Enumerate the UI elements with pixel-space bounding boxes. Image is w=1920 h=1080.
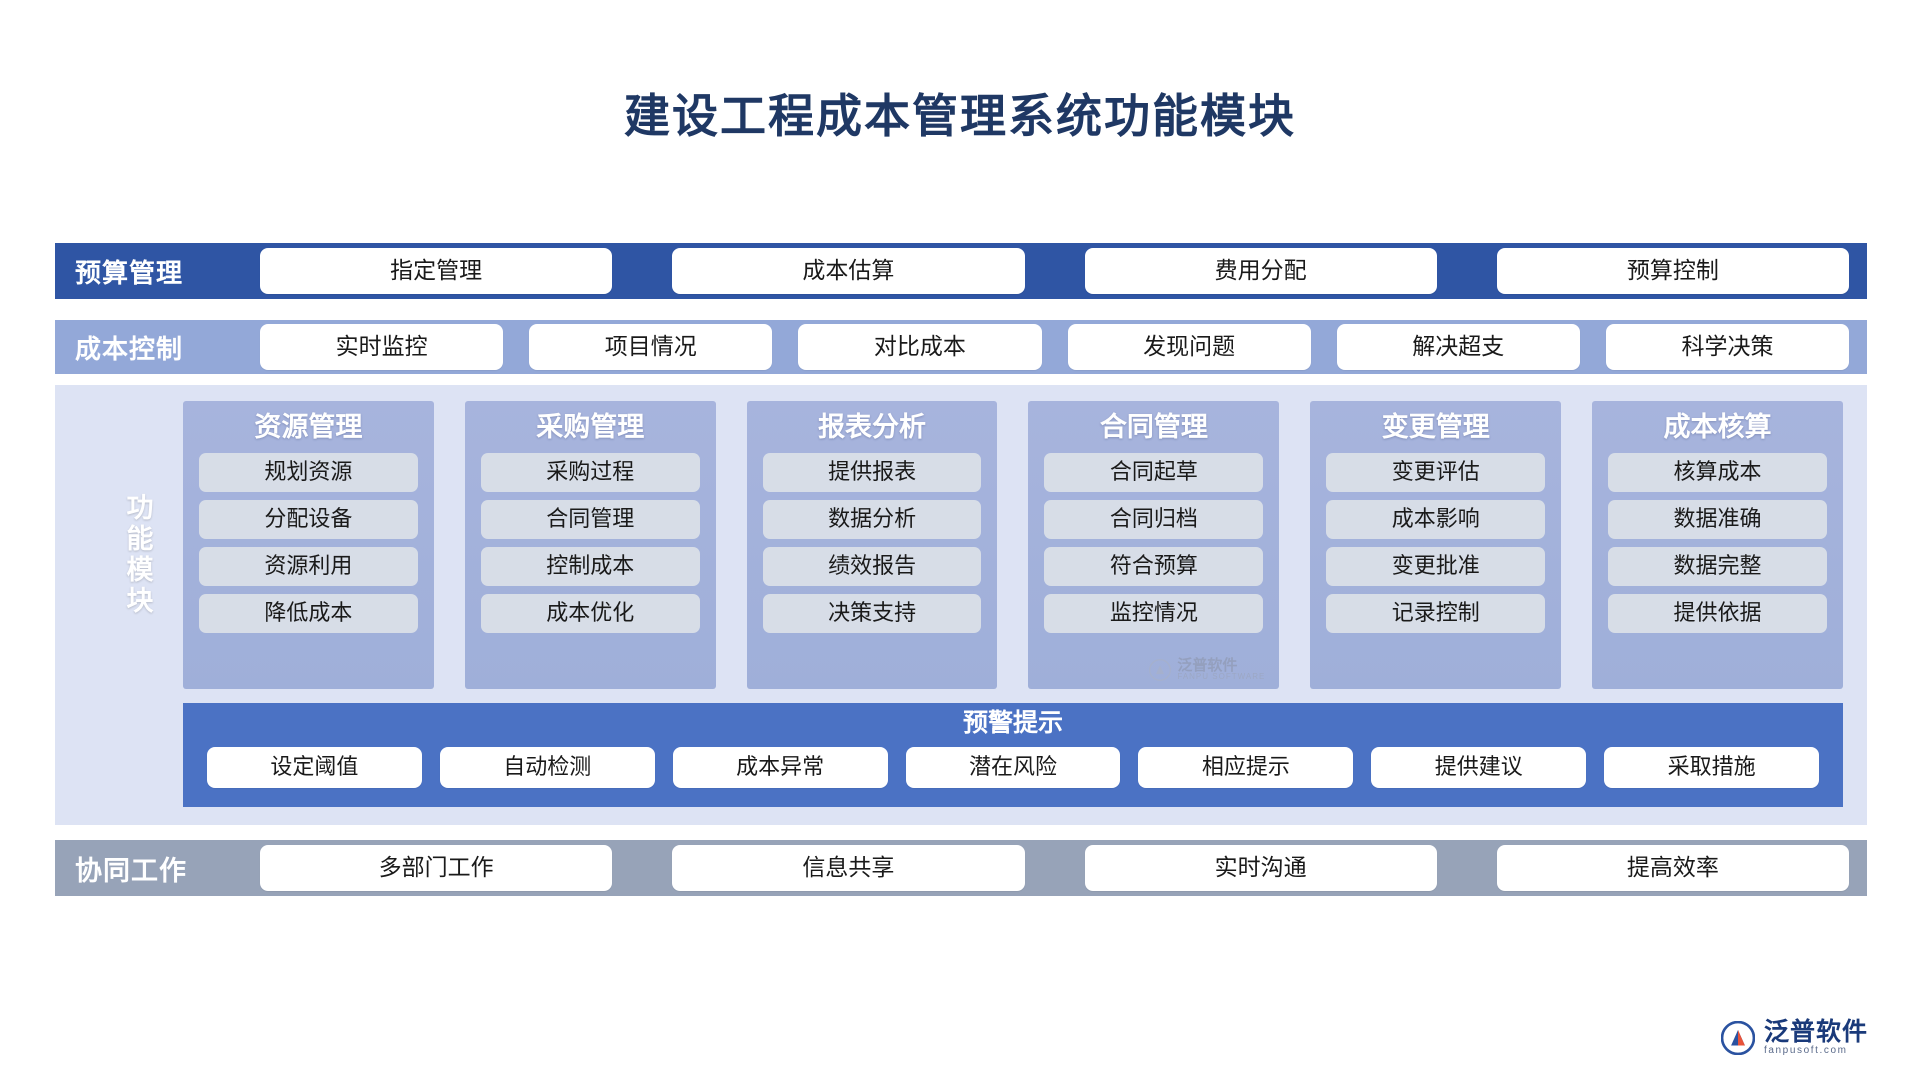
budget-item[interactable]: 预算控制 [1496, 248, 1849, 294]
function-modules-panel: 功能模块 资源管理 规划资源 分配设备 资源利用 降低成本 采购管理 采购过程 … [55, 385, 1867, 825]
collaboration-items: 多部门工作 信息共享 实时沟通 提高效率 [260, 845, 1867, 891]
module-item[interactable]: 合同归档 [1044, 500, 1264, 540]
module-title: 采购管理 [536, 412, 645, 442]
budget-management-label: 预算管理 [75, 258, 184, 289]
function-modules-label: 功能模块 [117, 385, 157, 725]
cost-control-item[interactable]: 科学决策 [1605, 324, 1850, 370]
module-item[interactable]: 成本优化 [480, 594, 700, 634]
warning-item[interactable]: 采取措施 [1604, 746, 1820, 788]
module-item[interactable]: 提供报表 [762, 453, 982, 493]
collaboration-band: 协同工作 多部门工作 信息共享 实时沟通 提高效率 [55, 840, 1867, 896]
module-column-accounting[interactable]: 成本核算 核算成本 数据准确 数据完整 提供依据 [1592, 401, 1843, 689]
fanpu-logo-icon [1720, 1020, 1755, 1055]
module-item[interactable]: 数据分析 [762, 500, 982, 540]
cost-control-item[interactable]: 对比成本 [798, 324, 1042, 370]
module-item[interactable]: 规划资源 [199, 453, 418, 493]
module-item[interactable]: 数据准确 [1608, 500, 1827, 540]
module-title: 资源管理 [254, 412, 363, 442]
module-item[interactable]: 分配设备 [199, 500, 418, 540]
module-item[interactable]: 成本影响 [1326, 500, 1546, 540]
budget-management-items: 指定管理 成本估算 费用分配 预算控制 [260, 248, 1867, 294]
module-item[interactable]: 变更评估 [1326, 453, 1546, 493]
fanpu-logo-icon [1149, 658, 1172, 681]
module-item[interactable]: 核算成本 [1608, 453, 1827, 493]
module-item[interactable]: 决策支持 [762, 594, 982, 634]
module-column-change[interactable]: 变更管理 变更评估 成本影响 变更批准 记录控制 [1310, 401, 1562, 689]
footer-logo-en: fanpusoft.com [1763, 1044, 1848, 1056]
module-item[interactable]: 符合预算 [1044, 547, 1264, 587]
module-item[interactable]: 数据完整 [1608, 547, 1827, 587]
module-column-contract[interactable]: 合同管理 合同起草 合同归档 符合预算 监控情况 泛普软件 FANPU SOFT… [1028, 401, 1280, 689]
budget-item[interactable]: 成本估算 [672, 248, 1025, 294]
cost-control-item[interactable]: 发现问题 [1067, 324, 1311, 370]
collaboration-item[interactable]: 提高效率 [1496, 845, 1849, 891]
modules-row: 资源管理 规划资源 分配设备 资源利用 降低成本 采购管理 采购过程 合同管理 … [183, 401, 1843, 689]
warning-strip: 预警提示 设定阈值 自动检测 成本异常 潜在风险 相应提示 提供建议 采取措施 [183, 703, 1843, 807]
module-item[interactable]: 采购过程 [480, 453, 700, 493]
module-item[interactable]: 监控情况 [1044, 594, 1264, 634]
warning-item[interactable]: 设定阈值 [207, 746, 422, 788]
module-item[interactable]: 合同起草 [1044, 453, 1264, 493]
infographic-root: 建设工程成本管理系统功能模块 预算管理 指定管理 成本估算 费用分配 预算控制 … [0, 0, 1920, 1080]
module-column-report[interactable]: 报表分析 提供报表 数据分析 绩效报告 决策支持 [746, 401, 998, 689]
cost-control-item[interactable]: 实时监控 [260, 324, 504, 370]
fanpu-watermark: 泛普软件 FANPU SOFTWARE [1149, 658, 1265, 681]
warning-strip-title: 预警提示 [962, 710, 1063, 737]
warning-item[interactable]: 提供建议 [1371, 746, 1587, 788]
module-title: 合同管理 [1099, 412, 1208, 442]
function-modules-label-text: 功能模块 [121, 493, 153, 617]
footer-logo: 泛普软件 fanpusoft.com [1720, 1017, 1868, 1056]
cost-control-item[interactable]: 项目情况 [529, 324, 773, 370]
collaboration-item[interactable]: 多部门工作 [260, 845, 613, 891]
budget-management-band: 预算管理 指定管理 成本估算 费用分配 预算控制 [55, 243, 1867, 299]
warning-strip-items: 设定阈值 自动检测 成本异常 潜在风险 相应提示 提供建议 采取措施 [183, 738, 1843, 788]
footer-logo-cn: 泛普软件 [1763, 1017, 1868, 1047]
module-item[interactable]: 提供依据 [1608, 594, 1827, 634]
module-title: 报表分析 [818, 412, 927, 442]
budget-item[interactable]: 指定管理 [260, 248, 613, 294]
module-item[interactable]: 合同管理 [480, 500, 700, 540]
module-item[interactable]: 记录控制 [1326, 594, 1546, 634]
module-column-resource[interactable]: 资源管理 规划资源 分配设备 资源利用 降低成本 [183, 401, 434, 689]
budget-item[interactable]: 费用分配 [1084, 248, 1437, 294]
collaboration-label: 协同工作 [75, 855, 187, 887]
collaboration-item[interactable]: 信息共享 [672, 845, 1025, 891]
module-item[interactable]: 控制成本 [480, 547, 700, 587]
warning-item[interactable]: 成本异常 [672, 746, 888, 788]
cost-control-items: 实时监控 项目情况 对比成本 发现问题 解决超支 科学决策 [260, 324, 1867, 370]
cost-control-label: 成本控制 [75, 334, 184, 365]
watermark-en: FANPU SOFTWARE [1177, 672, 1266, 681]
warning-item[interactable]: 潜在风险 [905, 746, 1121, 788]
collaboration-item[interactable]: 实时沟通 [1084, 845, 1437, 891]
module-column-procurement[interactable]: 采购管理 采购过程 合同管理 控制成本 成本优化 [464, 401, 716, 689]
module-item[interactable]: 降低成本 [199, 594, 418, 634]
module-item[interactable]: 资源利用 [199, 547, 418, 587]
page-title: 建设工程成本管理系统功能模块 [624, 91, 1296, 142]
module-title: 变更管理 [1381, 412, 1490, 442]
module-item[interactable]: 变更批准 [1326, 547, 1546, 587]
module-item[interactable]: 绩效报告 [762, 547, 982, 587]
warning-item[interactable]: 相应提示 [1138, 746, 1354, 788]
cost-control-band: 成本控制 实时监控 项目情况 对比成本 发现问题 解决超支 科学决策 [55, 320, 1867, 374]
module-title: 成本核算 [1663, 412, 1772, 442]
watermark-cn: 泛普软件 [1177, 656, 1238, 674]
warning-item[interactable]: 自动检测 [439, 746, 655, 788]
cost-control-item[interactable]: 解决超支 [1336, 324, 1580, 370]
